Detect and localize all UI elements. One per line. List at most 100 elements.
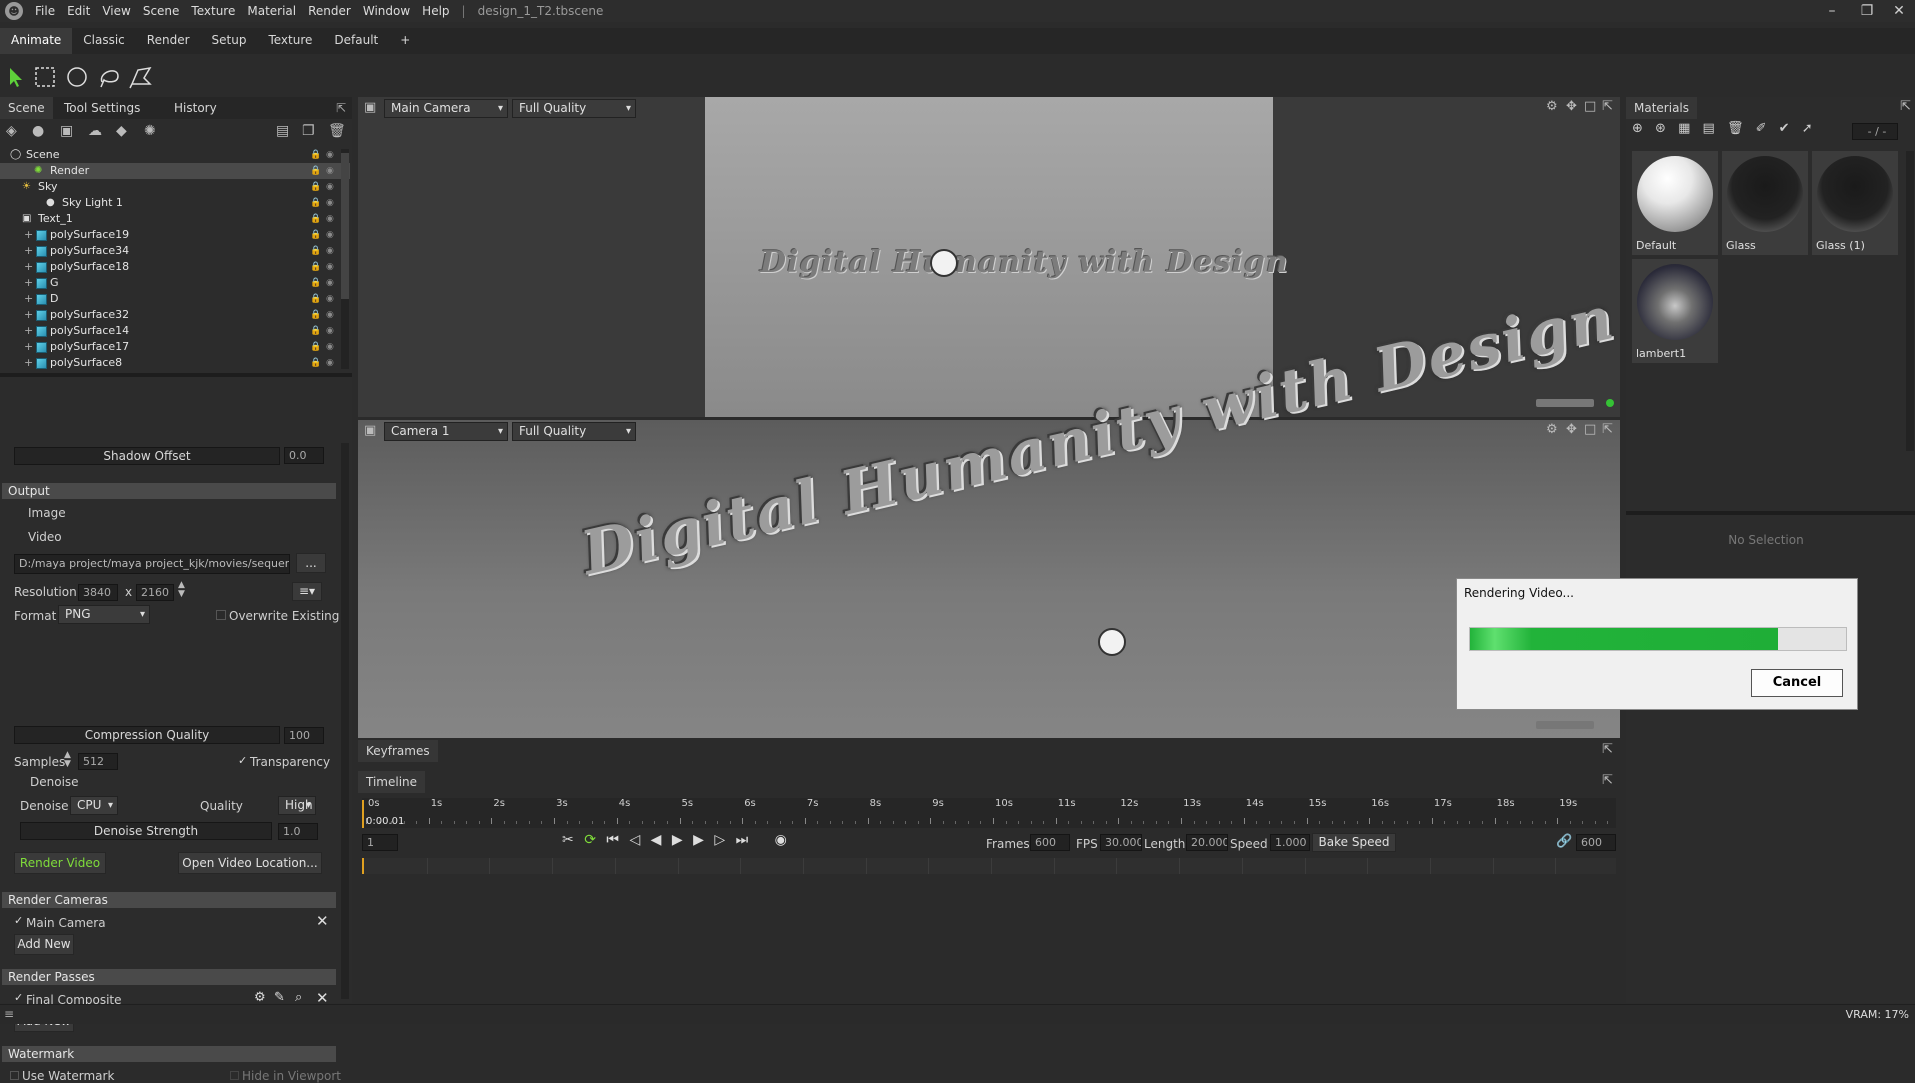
menu-file[interactable]: File <box>29 4 61 18</box>
tree-row[interactable]: + polySurface34 🔒 ◉ <box>0 243 350 259</box>
camera-dropdown-top[interactable]: Main Camera <box>384 99 508 118</box>
maximize-icon[interactable]: ❐ <box>1853 2 1881 20</box>
final-composite-check-icon[interactable]: ✓ <box>14 991 23 1004</box>
overwrite-checkbox[interactable] <box>216 610 226 620</box>
playhead[interactable] <box>362 800 364 828</box>
delete-material-icon[interactable]: 🗑 <box>1727 121 1744 136</box>
expand-icon[interactable]: + <box>24 291 33 307</box>
viewport-bottom-scroll[interactable] <box>1536 721 1594 729</box>
pass-settings-icon[interactable]: ⚙ <box>254 990 266 1005</box>
circle-select-icon[interactable] <box>64 64 90 90</box>
expand-icon[interactable]: + <box>24 323 33 339</box>
duplicate-icon[interactable]: ❐ <box>302 123 315 139</box>
materials-popout-icon[interactable]: ⇱ <box>1900 99 1911 114</box>
open-video-location-button[interactable]: Open Video Location... <box>178 852 322 874</box>
sun-light-icon[interactable] <box>930 249 958 277</box>
viewport-top-scroll[interactable] <box>1536 399 1594 407</box>
quality-dropdown[interactable]: High <box>278 796 316 815</box>
section-render-cameras[interactable]: Render Cameras <box>2 892 336 908</box>
fps-field[interactable]: 30.000 <box>1100 834 1142 851</box>
speed-dial-icon[interactable]: ◉ <box>775 832 787 848</box>
length-field[interactable]: 20.000 <box>1186 834 1228 851</box>
speed-field[interactable]: 1.000 <box>1270 834 1310 851</box>
bake-speed-button[interactable]: Bake Speed <box>1312 833 1396 852</box>
expand-icon[interactable]: + <box>24 355 33 371</box>
checker-icon[interactable]: ▦ <box>1678 121 1690 136</box>
workspace-tab-add[interactable]: + <box>389 28 421 54</box>
tree-row[interactable]: ◯ Scene 🔒 ◉ <box>0 147 350 163</box>
section-image[interactable]: Image <box>14 506 66 521</box>
shadow-offset-slider[interactable]: Shadow Offset <box>14 447 280 465</box>
add-camera-button[interactable]: Add New <box>14 934 74 955</box>
viewport-settings-icon[interactable]: ⚙ <box>1546 99 1558 114</box>
resolution-width-field[interactable]: 3840 <box>78 584 118 601</box>
expand-icon[interactable]: + <box>24 259 33 275</box>
resolution-presets-icon[interactable]: ≡▾ <box>292 582 322 601</box>
rect-select-icon[interactable] <box>32 64 58 90</box>
menu-scene[interactable]: Scene <box>137 4 186 18</box>
frames-field[interactable]: 600 <box>1030 834 1070 851</box>
material-counter[interactable]: - / - <box>1852 123 1898 140</box>
expand-icon[interactable]: + <box>24 307 33 323</box>
add-sky-icon[interactable]: ☁ <box>88 123 102 139</box>
close-icon[interactable]: ✕ <box>1885 2 1913 20</box>
tree-row[interactable]: + polySurface19 🔒 ◉ <box>0 227 350 243</box>
menu-render[interactable]: Render <box>302 4 357 18</box>
tab-history[interactable]: History <box>166 97 225 119</box>
viewport-bottom-move-icon[interactable]: ✥ <box>1566 422 1577 437</box>
resolution-spin-icon[interactable]: ▲ ▼ <box>178 581 185 599</box>
lasso-select-icon[interactable] <box>96 64 122 90</box>
app-logo-icon[interactable]: ☻ <box>5 2 23 20</box>
add-camera-icon[interactable]: ▣ <box>60 123 73 139</box>
format-dropdown[interactable]: PNG <box>58 605 150 624</box>
viewport-bottom-popout-icon[interactable]: ⇱ <box>1602 422 1613 437</box>
material-swatch[interactable]: Glass (1) <box>1812 151 1898 255</box>
play-icon[interactable]: ▶ <box>672 832 683 848</box>
open-folder-icon[interactable]: ▤ <box>1703 121 1715 136</box>
workspace-tab-render[interactable]: Render <box>136 28 201 54</box>
menu-view[interactable]: View <box>96 4 136 18</box>
tab-scene[interactable]: Scene <box>0 97 53 119</box>
section-output[interactable]: Output <box>2 483 336 499</box>
link-material-icon[interactable]: ➚ <box>1802 121 1813 136</box>
popout-icon[interactable]: ⇱ <box>336 101 346 115</box>
workspace-tab-classic[interactable]: Classic <box>72 28 136 54</box>
keyframe-track[interactable] <box>362 858 1616 874</box>
viewport-maximize-icon[interactable]: □ <box>1584 99 1596 114</box>
quality-dropdown-top[interactable]: Full Quality <box>512 99 636 118</box>
timeline-ruler[interactable]: 0s 1s 2s 3s 4s 5s 6s 7s 8s 9s 10s 11s 12s 13s 14s 15s 16… <box>362 798 1616 828</box>
tab-timeline[interactable]: Timeline <box>358 771 426 793</box>
tree-row[interactable]: + polySurface32 🔒 ◉ <box>0 307 350 323</box>
select-arrow-icon[interactable] <box>2 64 28 90</box>
tree-row[interactable]: + polySurface17 🔒 ◉ <box>0 339 350 355</box>
menu-texture[interactable]: Texture <box>185 4 241 18</box>
loop-icon[interactable]: ⟳ <box>584 832 596 848</box>
viewport-move-icon[interactable]: ✥ <box>1566 99 1577 114</box>
section-render-passes[interactable]: Render Passes <box>2 969 336 985</box>
cut-icon[interactable]: ✂ <box>562 832 574 848</box>
trash-icon[interactable]: 🗑 <box>328 123 346 139</box>
materials-splitter[interactable] <box>1626 511 1915 515</box>
prev-key-icon[interactable]: ◁ <box>629 832 640 848</box>
end-frame-field[interactable]: 600 <box>1576 834 1616 851</box>
compression-quality-field[interactable]: 100 <box>284 727 324 744</box>
pass-edit-icon[interactable]: ✎ <box>274 990 285 1005</box>
menu-window[interactable]: Window <box>357 4 416 18</box>
tab-tool-settings[interactable]: Tool Settings <box>56 97 148 119</box>
splitter[interactable] <box>0 373 352 377</box>
expand-icon[interactable]: + <box>24 339 33 355</box>
compression-quality-slider[interactable]: Compression Quality <box>14 726 280 744</box>
properties-scrollbar[interactable] <box>341 443 349 999</box>
frame-field[interactable]: 1 <box>362 834 398 851</box>
browse-button[interactable]: ... <box>296 553 326 573</box>
samples-field[interactable]: 512 <box>78 753 118 770</box>
expand-icon[interactable]: + <box>24 227 33 243</box>
keyframes-popout-icon[interactable]: ⇱ <box>1602 742 1613 757</box>
poly-select-icon[interactable] <box>128 64 154 90</box>
samples-spin-icon[interactable]: ▲ ▼ <box>64 751 71 769</box>
material-swatch[interactable]: lambert1 <box>1632 259 1718 363</box>
status-menu-icon[interactable]: ≡ <box>4 1007 14 1021</box>
denoise-strength-field[interactable]: 1.0 <box>278 823 318 840</box>
tree-row[interactable]: + D 🔒 ◉ <box>0 291 350 307</box>
transparency-checkbox[interactable]: ✓ <box>238 754 247 767</box>
